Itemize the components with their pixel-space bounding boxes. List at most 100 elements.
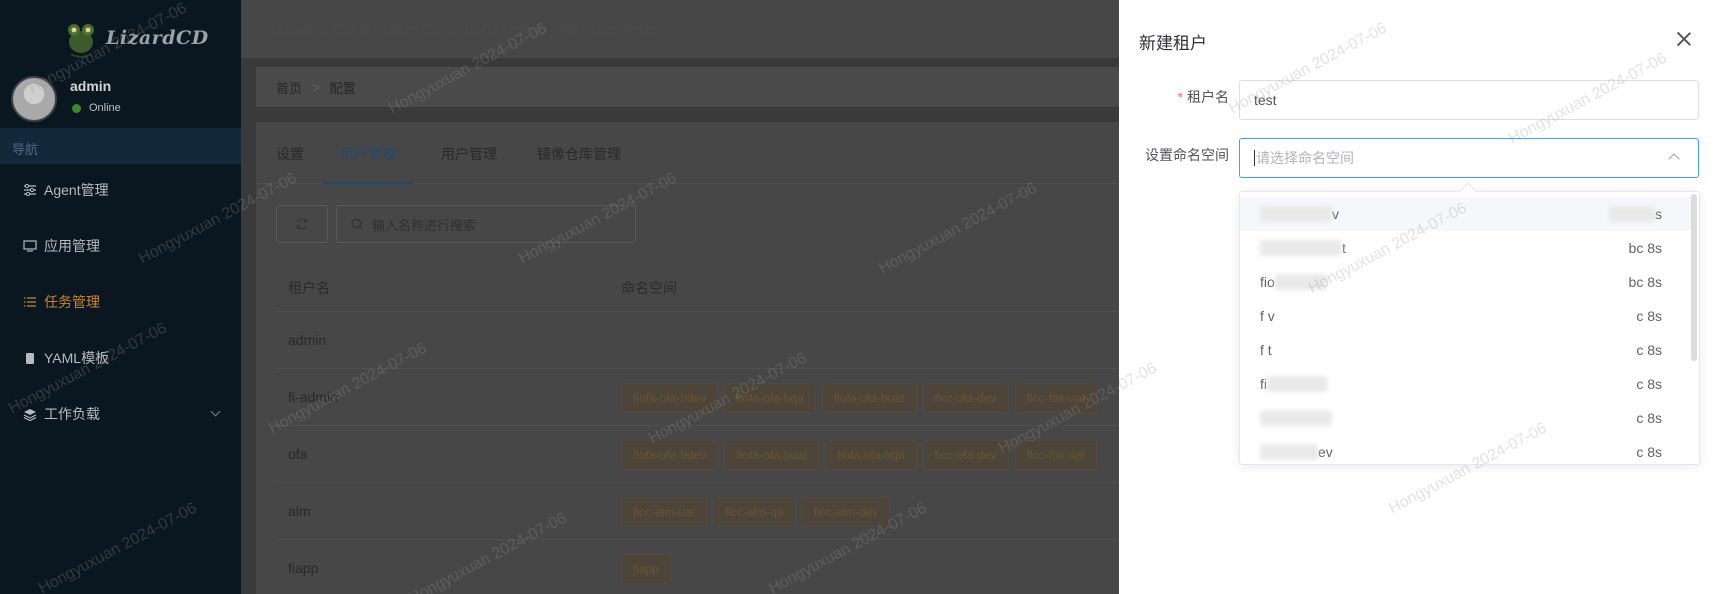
breadcrumb-separator: >	[312, 79, 320, 95]
list-icon	[22, 294, 38, 310]
sidebar-item-label: 应用管理	[44, 238, 100, 254]
layers-icon	[22, 406, 38, 422]
tenant-name-value: test	[1254, 92, 1277, 108]
namespace-tag: ficc-alm-qa	[713, 497, 796, 527]
close-icon[interactable]	[1675, 30, 1693, 48]
namespace-option[interactable]: f t c 8s	[1240, 333, 1692, 367]
namespace-tags: ficc-alm-uat ficc-alm-qa ficc-alm-dev	[621, 497, 891, 527]
tab-settings[interactable]: 设置	[276, 144, 304, 184]
breadcrumb-current: 配置	[329, 80, 356, 96]
table-row: alm ficc-alm-uat ficc-alm-qa ficc-alm-de…	[276, 483, 1119, 540]
namespace-tag: fiapp	[621, 554, 672, 584]
search-icon	[351, 218, 364, 230]
sidebar-item-tasks[interactable]: 任务管理	[0, 282, 241, 322]
tab-bar: 设置 租户管理 用户管理 镜像仓库管理	[256, 122, 1119, 184]
namespace-tag: fiofa-ofa-buat	[821, 383, 917, 413]
tenant-name: admin	[288, 332, 327, 348]
sidebar-item-agent[interactable]: Agent管理	[0, 170, 241, 210]
namespace-tag: ficc-fox-uat	[1014, 440, 1098, 470]
avatar[interactable]	[11, 76, 57, 122]
search-placeholder: 输入名称进行搜索	[372, 217, 477, 233]
redacted-text	[1260, 444, 1318, 460]
namespace-tag: fiofa-ofa-bqa	[825, 440, 917, 470]
namespace-placeholder: 请选择命名空间	[1256, 150, 1354, 166]
redacted-text	[1267, 376, 1327, 392]
user-status: Online	[72, 102, 121, 114]
refresh-button[interactable]	[276, 205, 328, 243]
namespace-option[interactable]: v s	[1240, 197, 1692, 231]
table-header: 租户名 命名空间	[276, 260, 1119, 312]
namespace-option[interactable]: ev c 8s	[1240, 435, 1692, 469]
tenant-name: ofa	[288, 446, 308, 462]
redacted-text	[1260, 240, 1342, 256]
sidebar-item-workload[interactable]: 工作负载	[0, 394, 241, 434]
namespace-option[interactable]: fio bc 8s	[1240, 265, 1692, 299]
logo-text: LizardCD	[106, 27, 209, 49]
search-input[interactable]: 输入名称进行搜索	[336, 205, 636, 243]
nav-header: 导航	[0, 128, 241, 164]
monitor-icon	[22, 238, 38, 254]
option-label: f t	[1260, 342, 1272, 358]
namespace-tag: ficc-alm-uat	[621, 497, 708, 527]
table-row: admin	[276, 312, 1119, 369]
namespace-tags: fiofa-ofa-bdev fiofa-ofa-bqa fiofa-ofa-b…	[621, 383, 1098, 413]
tenant-name: alm	[288, 503, 311, 519]
tab-tenants[interactable]: 租户管理	[323, 144, 413, 184]
option-label: fi	[1260, 376, 1267, 392]
namespace-tag: fiofa-ofa-bdev	[621, 383, 719, 413]
namespace-tag: fiofa-ofa-bqa	[724, 383, 816, 413]
tenant-name-label-text: 租户名	[1187, 89, 1229, 105]
required-asterisk: *	[1177, 89, 1183, 105]
option-cluster: s	[1655, 206, 1662, 222]
namespace-label: 设置命名空间	[1145, 147, 1229, 163]
sidebar-item-apps[interactable]: 应用管理	[0, 226, 241, 266]
tab-users[interactable]: 用户管理	[441, 144, 497, 184]
column-namespace: 命名空间	[621, 280, 677, 296]
app-logo[interactable]: LizardCD	[62, 18, 208, 58]
option-cluster: bc 8s	[1628, 240, 1662, 256]
option-label: f v	[1260, 308, 1275, 324]
sidebar: LizardCD admin Online 导航 Agent管理 应用管理 任务…	[0, 0, 241, 594]
sidebar-item-label: Agent管理	[44, 182, 109, 198]
option-label: t	[1342, 240, 1346, 256]
option-label: v	[1332, 206, 1339, 222]
namespace-tags: fiapp	[621, 554, 672, 584]
namespace-select[interactable]: 请选择命名空间	[1239, 138, 1699, 178]
table-row: fiapp fiapp	[276, 540, 1119, 594]
sidebar-item-yaml[interactable]: YAML模板	[0, 338, 241, 378]
tab-registry[interactable]: 镜像仓库管理	[537, 144, 621, 184]
status-text: Online	[89, 102, 121, 114]
table-row: ofa fiofa-ofa-bdev fiofa-ofa-buat fiofa-…	[276, 426, 1119, 483]
table-row: fi-admin fiofa-ofa-bdev fiofa-ofa-bqa fi…	[276, 369, 1119, 426]
namespace-option[interactable]: f v c 8s	[1240, 299, 1692, 333]
chevron-up-icon	[1668, 153, 1680, 165]
namespace-option[interactable]: fi c 8s	[1240, 367, 1692, 401]
breadcrumb-home[interactable]: 首页	[276, 78, 302, 97]
chevron-down-icon	[210, 406, 221, 417]
option-cluster: bc 8s	[1628, 274, 1662, 290]
create-tenant-drawer: 新建租户 * 租户名 test 设置命名空间 请选择命名空间 v s t bc 8…	[1119, 0, 1717, 594]
online-status-dot	[72, 103, 81, 113]
top-bar: Lizardcd Cloud Native Continuous Deliver…	[241, 0, 1119, 58]
namespace-dropdown: v s t bc 8s fio bc 8s f v c 8s f t c 8s …	[1239, 182, 1700, 465]
redacted-text	[1260, 410, 1332, 426]
namespace-tag: ficc-ofa-dev	[922, 383, 1009, 413]
redacted-text	[1609, 206, 1655, 222]
tenant-name: fi-admin	[288, 389, 338, 405]
dropdown-scrollbar[interactable]	[1691, 194, 1697, 361]
sidebar-item-label: YAML模板	[44, 350, 110, 366]
option-label: fio	[1260, 274, 1275, 290]
namespace-tag: ficc-ofa-dev	[922, 440, 1009, 470]
namespace-option[interactable]: t bc 8s	[1240, 231, 1692, 265]
user-name: admin	[70, 78, 112, 94]
breadcrumb: 首页 > 配置	[256, 67, 1119, 107]
redacted-text	[1274, 274, 1327, 290]
tenant-name-input[interactable]: test	[1239, 80, 1699, 120]
namespace-tag: ficc-fox-uat	[1014, 383, 1098, 413]
namespace-tag: fiofa-ofa-bdev	[621, 440, 719, 470]
option-cluster: c 8s	[1636, 342, 1662, 358]
sidebar-item-label: 任务管理	[44, 294, 100, 310]
option-cluster: c 8s	[1636, 444, 1662, 460]
namespace-tags: fiofa-ofa-bdev fiofa-ofa-buat fiofa-ofa-…	[621, 440, 1098, 470]
namespace-option[interactable]: c 8s	[1240, 401, 1692, 435]
